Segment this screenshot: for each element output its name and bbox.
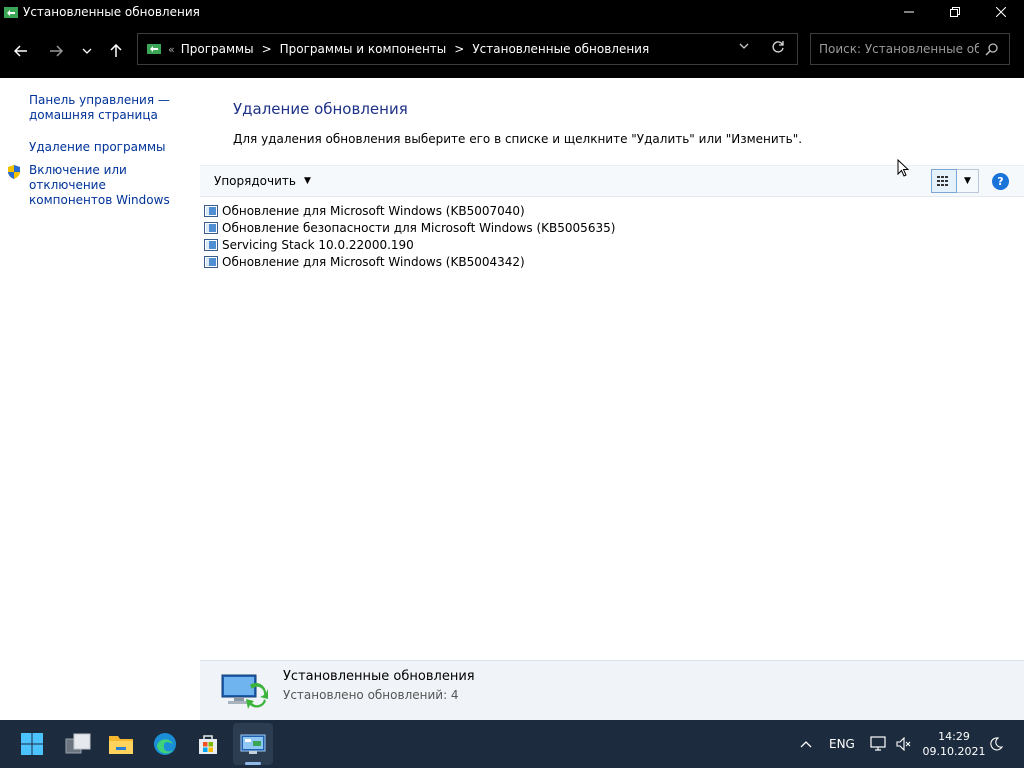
store-icon [199,735,217,754]
list-item[interactable]: Servicing Stack 10.0.22000.190 [204,236,615,253]
sidebar-item-control-panel-home[interactable]: Панель управления — домашняя страница [29,93,170,123]
control-panel-icon [3,6,19,18]
file-explorer-icon [109,736,133,754]
update-package-icon [204,255,218,268]
details-update-count: Установлено обновлений: 4 [283,688,459,702]
sidebar-item-label: Включение или отключение [29,163,127,192]
organize-button[interactable]: Упорядочить ▼ [214,174,311,188]
caret-down-icon: ▼ [303,176,311,186]
breadcrumb-programs[interactable]: Программы [181,42,254,56]
taskbar: ENG 14:29 09.10.2021 [0,720,1024,768]
control-panel-icon [147,44,161,54]
show-hidden-icons-button[interactable] [800,720,812,768]
forward-button[interactable] [44,39,68,63]
volume-icon[interactable] [896,720,912,768]
arrow-up-icon [110,44,122,57]
task-view-button[interactable] [62,728,94,760]
window-title: Установленные обновления [23,5,200,19]
caret-down-icon: ▼ [964,176,971,186]
address-dropdown-button[interactable] [739,42,749,53]
search-input[interactable] [819,42,979,56]
mouse-cursor-icon [897,159,910,177]
arrow-left-icon [14,45,27,57]
breadcrumb-installed-updates[interactable]: Установленные обновления [472,42,649,56]
close-button[interactable] [978,0,1024,24]
up-button[interactable] [104,39,128,63]
title-bar: Установленные обновления [0,0,1024,24]
details-title: Установленные обновления [283,669,475,684]
clock-time: 14:29 [938,730,970,743]
breadcrumb-separator[interactable]: > [454,42,464,56]
input-language-indicator[interactable]: ENG [829,720,855,768]
sidebar-item-windows-features[interactable]: Включение или отключение компонентов Win… [29,163,200,208]
arrow-right-icon [50,45,63,57]
restore-icon [950,7,960,17]
chevron-down-icon [739,43,749,49]
navigation-bar: « Программы > Программы и компоненты > У… [0,24,1024,78]
breadcrumb-overflow[interactable]: « [168,43,175,56]
moon-icon [990,737,1003,751]
sidebar-item-uninstall-program[interactable]: Удаление программы [29,140,166,155]
edge-button[interactable] [149,728,181,760]
address-bar[interactable]: « Программы > Программы и компоненты > У… [137,33,798,65]
updates-list: Обновление для Microsoft Windows (KB5007… [204,202,615,270]
update-name: Обновление для Microsoft Windows (KB5007… [222,203,525,218]
main-content: Удаление обновления Для удаления обновле… [200,78,1024,720]
breadcrumb-programs-and-features[interactable]: Программы и компоненты [280,42,447,56]
view-options-dropdown[interactable]: ▼ [957,169,979,193]
active-app-indicator [245,762,261,765]
back-button[interactable] [9,39,33,63]
network-icon[interactable] [870,720,888,768]
refresh-icon [772,41,784,53]
control-panel-icon [240,734,266,754]
details-view-icon [937,176,948,186]
list-item[interactable]: Обновление для Microsoft Windows (KB5004… [204,253,615,270]
sidebar-item-label: Панель управления — [29,93,170,107]
list-item[interactable]: Обновление для Microsoft Windows (KB5007… [204,202,615,219]
search-box[interactable] [810,33,1010,65]
minimize-icon [904,11,914,13]
uac-shield-icon [8,165,20,179]
page-description: Для удаления обновления выберите его в с… [233,132,803,146]
breadcrumb-separator[interactable]: > [262,42,272,56]
volume-muted-icon [896,737,911,751]
update-name: Servicing Stack 10.0.22000.190 [222,237,414,252]
windows-start-icon [21,733,43,755]
sidebar-item-label: домашняя страница [29,108,158,122]
store-button[interactable] [192,728,224,760]
close-icon [996,7,1006,17]
help-button[interactable]: ? [992,173,1009,190]
edge-icon [154,733,176,755]
system-clock[interactable]: 14:29 09.10.2021 [920,729,988,759]
search-icon[interactable] [985,42,999,56]
task-view-icon [65,733,91,754]
network-icon [870,736,886,751]
focus-assist-icon[interactable] [989,720,1003,768]
left-pane: Панель управления — домашняя страница Уд… [0,78,200,720]
start-button[interactable] [16,728,48,760]
installed-updates-icon [221,674,268,709]
update-name: Обновление для Microsoft Windows (KB5004… [222,254,525,269]
sidebar-item-label: компонентов Windows [29,193,170,207]
update-package-icon [204,221,218,234]
recent-locations-button[interactable] [75,39,99,63]
clock-date: 09.10.2021 [922,745,986,758]
control-panel-taskbar-button[interactable] [237,728,269,760]
minimize-button[interactable] [886,0,932,24]
maximize-button[interactable] [932,0,978,24]
window-controls [886,0,1024,24]
refresh-button[interactable] [771,40,785,58]
list-item[interactable]: Обновление безопасности для Microsoft Wi… [204,219,615,236]
chevron-up-icon [800,741,812,748]
update-package-icon [204,204,218,217]
file-explorer-button[interactable] [105,728,137,760]
organize-label: Упорядочить [214,174,296,188]
details-pane: Установленные обновления Установлено обн… [200,660,1024,720]
change-view-button[interactable] [931,169,957,193]
page-title: Удаление обновления [233,100,408,118]
update-name: Обновление безопасности для Microsoft Wi… [222,220,616,235]
sidebar-item-label: Удаление программы [29,140,166,154]
chevron-down-icon [82,48,92,54]
update-package-icon [204,238,218,251]
